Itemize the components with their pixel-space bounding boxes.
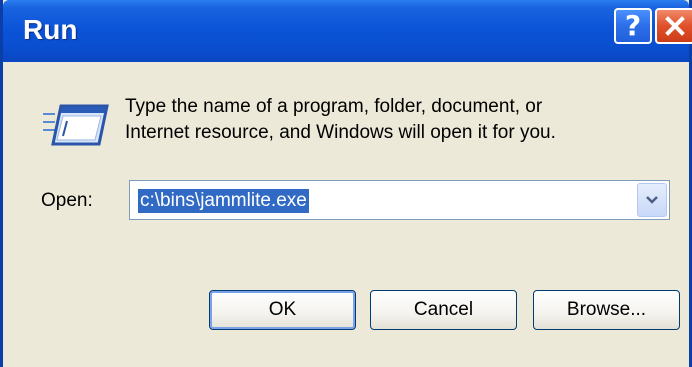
open-combobox[interactable]: c:\bins\jammlite.exe xyxy=(129,180,670,220)
help-icon: ? xyxy=(624,9,642,42)
browse-button[interactable]: Browse... xyxy=(533,290,680,330)
close-icon xyxy=(665,16,685,36)
chevron-down-icon xyxy=(646,196,658,204)
open-label: Open: xyxy=(41,190,93,211)
close-button[interactable] xyxy=(655,8,692,44)
cancel-button[interactable]: Cancel xyxy=(370,290,517,330)
run-icon xyxy=(43,104,109,146)
title-bar[interactable]: Run ? xyxy=(3,0,692,62)
window-title: Run xyxy=(23,14,78,45)
open-input-value[interactable]: c:\bins\jammlite.exe xyxy=(138,189,309,213)
dropdown-button[interactable] xyxy=(637,183,667,217)
instructions-line-2: Internet resource, and Windows will open… xyxy=(125,122,556,143)
help-button[interactable]: ? xyxy=(614,8,652,44)
instructions-line-1: Type the name of a program, folder, docu… xyxy=(125,96,543,117)
run-dialog: Run ? Type the name of a program, folder… xyxy=(0,0,692,367)
ok-button[interactable]: OK xyxy=(209,290,356,330)
instructions-text: Type the name of a program, folder, docu… xyxy=(125,94,665,146)
